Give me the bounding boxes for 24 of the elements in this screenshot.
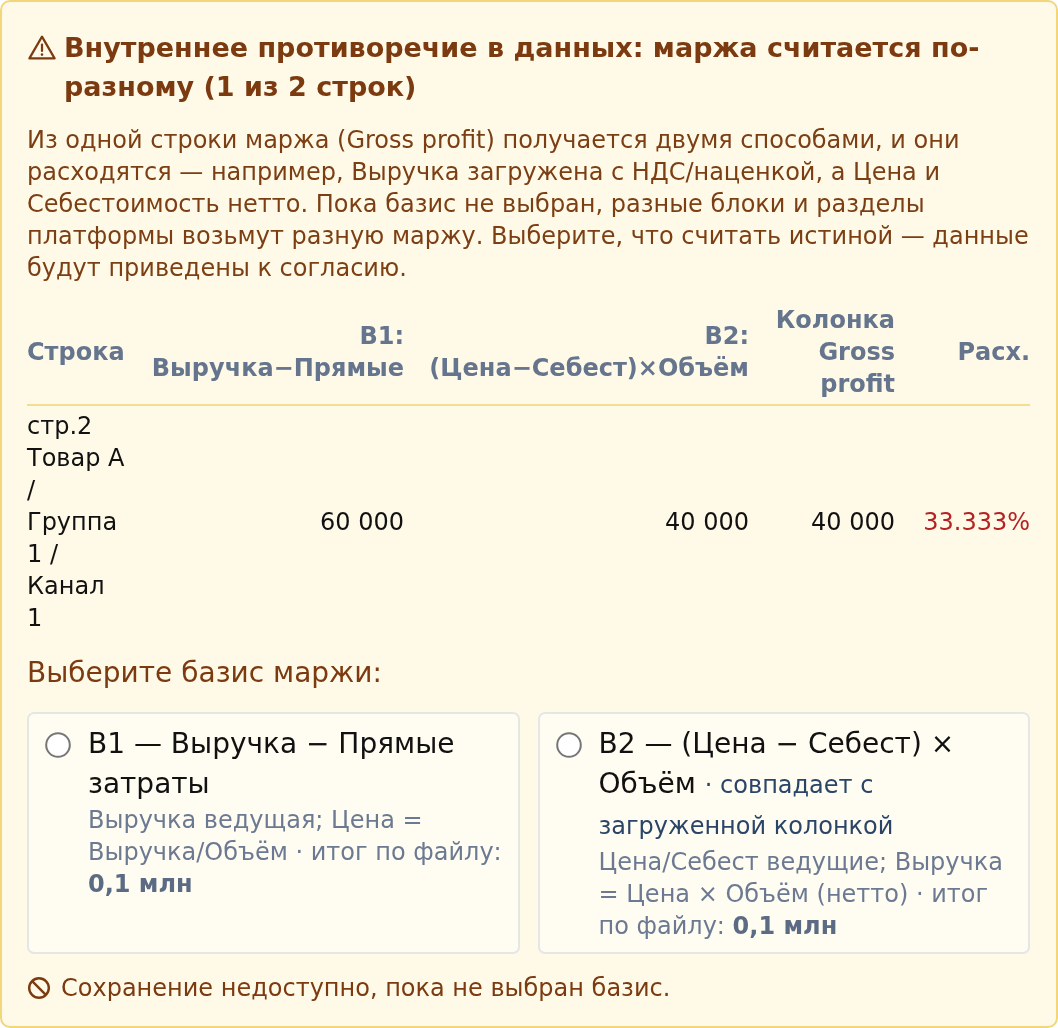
option-description: Цена/Себест ведущие; Выручка = Цена × Объём (нетто) · итог по файлу: 0,1 млн	[598, 847, 1004, 942]
table-cell: 60 000	[125, 405, 404, 638]
table-cell: 40 000	[404, 405, 749, 638]
column-header: Расх.	[895, 300, 1030, 405]
save-blocked-note: Сохранение недоступно, пока не выбран базис.	[61, 973, 671, 1004]
table-cell: стр.2 Товар A / Группа 1 / Канал 1	[27, 405, 125, 638]
table-cell: 40 000	[749, 405, 895, 638]
column-header: Строка	[27, 300, 125, 405]
option-description: Выручка ведущая; Цена = Выручка/Объём · итог по файлу: 0,1 млн	[88, 805, 503, 900]
option-title: B2 — (Цена − Себест) × Объём · совпадает с загруженной колонкой	[598, 726, 956, 842]
column-header: B1: Выручка−Прямые	[125, 300, 404, 405]
prohibited-icon	[27, 976, 51, 1000]
option-card[interactable]: B2 — (Цена − Себест) × Объём · совпадает с загруженной колонкой Цена/Себест ведущие; Выручка = Цена × Объём (нетто) · итог по файлу: 0,1 млн	[537, 712, 1030, 954]
warning-title: Внутреннее противоречие в данных: маржа считается по-разному (1 из 2 строк)	[64, 31, 981, 104]
warning-description: Из одной строки маржа (Gross profit) получается двумя способами, и они расходятся — например, Выручка загружена с НДС/наценкой, а Цена и Себестоимость нетто. Пока базис не выбран, разные блоки и разделы платформы возьмут разную маржу. Выберите, что считать истиной — данные будут приведены к согласию.	[27, 125, 1030, 284]
column-header: Колонка Gross profit	[749, 300, 895, 405]
radio-button[interactable]	[45, 732, 71, 758]
column-header: B2: (Цена−Себест)×Объём	[404, 300, 749, 405]
table-cell: 33.333%	[895, 405, 1030, 638]
option-card[interactable]: B1 — Выручка − Прямые затраты Выручка ведущая; Цена = Выручка/Объём · итог по файлу: 0,1 млн	[27, 712, 520, 954]
radio-button[interactable]	[555, 732, 582, 758]
option-title: B1 — Выручка − Прямые затраты	[88, 726, 456, 802]
choice-heading: Выберите базис маржи:	[27, 655, 383, 691]
warning-icon	[28, 35, 56, 60]
